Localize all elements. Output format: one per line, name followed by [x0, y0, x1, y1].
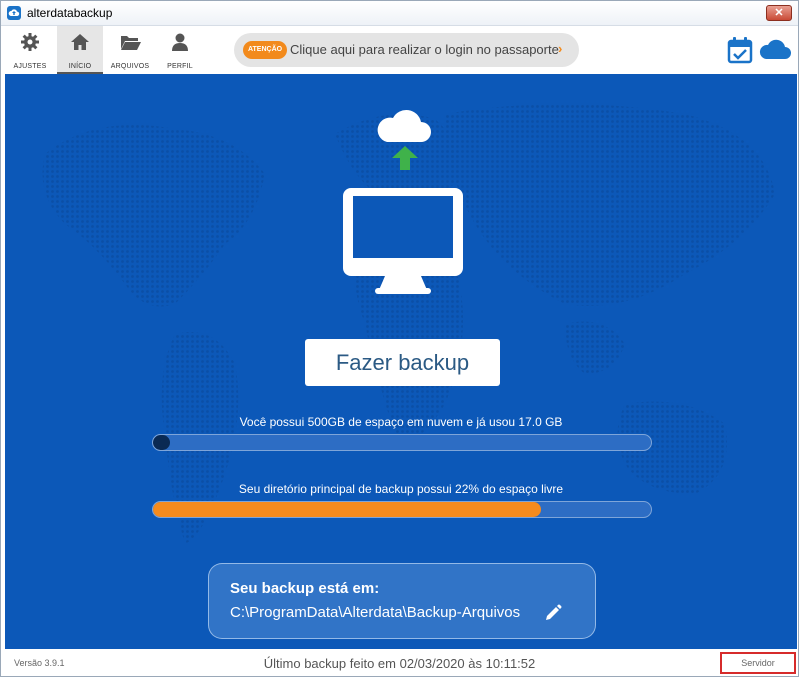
cloud-icon[interactable]: [759, 38, 791, 60]
nav-label: AJUSTES: [13, 63, 47, 70]
backup-location-box: Seu backup está em: C:\ProgramData\Alter…: [208, 563, 596, 639]
app-cloud-icon: [7, 6, 21, 20]
cloud-quota-progress-fill: [153, 435, 170, 450]
pencil-edit-icon[interactable]: [544, 604, 562, 622]
alert-text: Clique aqui para realizar o login no pas…: [290, 42, 559, 57]
gear-icon: [21, 33, 39, 51]
close-button[interactable]: ✕: [766, 5, 792, 21]
server-button[interactable]: Servidor: [720, 652, 796, 674]
nav-label: PERFIL: [167, 63, 193, 70]
nav-arquivos[interactable]: ARQUIVOS: [107, 26, 153, 74]
title-bar: alterdatabackup ✕: [1, 1, 798, 26]
calendar-check-icon[interactable]: [727, 36, 753, 64]
passport-login-alert[interactable]: ATENÇÃO Clique aqui para realizar o logi…: [234, 33, 579, 67]
nav-ajustes[interactable]: AJUSTES: [7, 26, 53, 74]
backup-now-button[interactable]: Fazer backup: [305, 339, 500, 386]
folder-icon: [121, 36, 141, 50]
disk-space-text: Seu diretório principal de backup possui…: [238, 482, 564, 496]
computer-monitor-icon: [343, 188, 463, 294]
nav-label: INÍCIO: [68, 63, 92, 70]
last-backup-text: Último backup feito em 02/03/2020 às 10:…: [263, 656, 536, 671]
backup-location-path: C:\ProgramData\Alterdata\Backup-Arquivos: [230, 604, 521, 621]
user-icon: [172, 33, 188, 51]
cloud-upload-icon: [377, 109, 431, 170]
disk-space-progress-fill: [153, 502, 542, 517]
home-icon: [71, 34, 89, 50]
disk-space-progress: [152, 501, 652, 518]
nav-perfil[interactable]: PERFIL: [157, 26, 203, 74]
nav-inicio[interactable]: INÍCIO: [57, 26, 103, 74]
backup-location-label: Seu backup está em:: [230, 580, 380, 597]
status-bar: Versão 3.9.1 Último backup feito em 02/0…: [1, 650, 798, 676]
app-window: alterdatabackup ✕ AJUSTES INÍCIO ARQUIVO…: [0, 0, 799, 677]
cloud-quota-text: Você possui 500GB de espaço em nuvem e j…: [239, 415, 563, 429]
toolbar: AJUSTES INÍCIO ARQUIVOS PERFIL ATENÇÃO C…: [1, 26, 798, 74]
cloud-quota-progress: [152, 434, 652, 451]
nav-label: ARQUIVOS: [110, 63, 150, 70]
main-panel: Fazer backup Você possui 500GB de espaço…: [5, 74, 797, 649]
chevron-right-icon: ›: [558, 41, 563, 56]
window-title: alterdatabackup: [27, 6, 113, 20]
attention-badge: ATENÇÃO: [243, 41, 288, 59]
